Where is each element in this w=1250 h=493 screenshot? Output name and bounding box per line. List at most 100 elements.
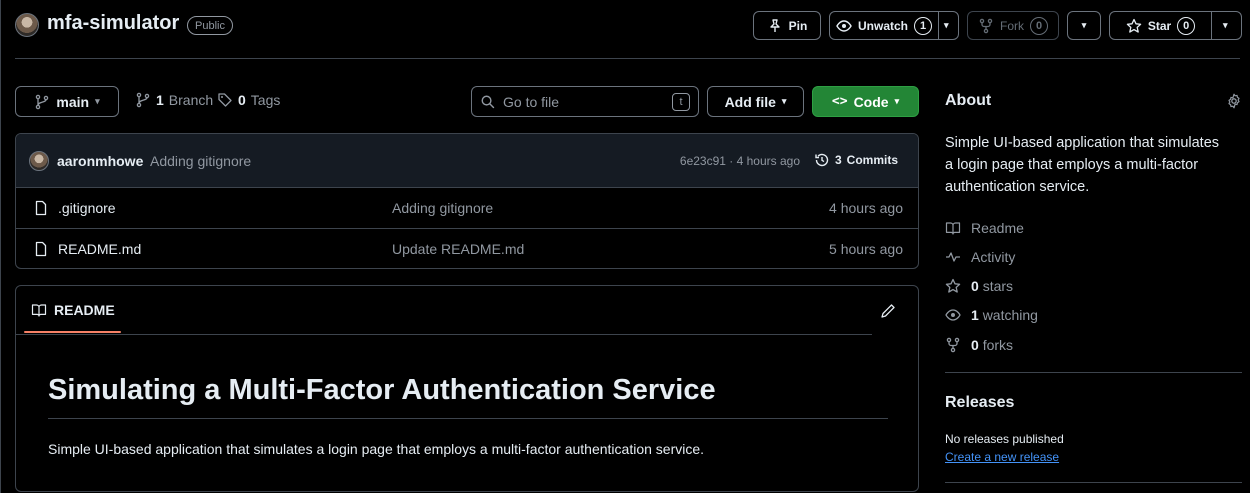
eye-icon: [836, 19, 852, 32]
releases-empty-text: No releases published: [945, 432, 1064, 446]
readme-tab-label: README: [54, 302, 115, 318]
shortcut-key: t: [672, 92, 690, 111]
file-browser: aaronmhowe Adding gitignore 6e23c91 · 4 …: [15, 133, 919, 269]
fork-icon: [979, 18, 993, 33]
branch-selector[interactable]: main ▾: [15, 86, 119, 117]
repo-page: mfa-simulator Public Pin Unwatch 1 ▾ For…: [0, 0, 1250, 493]
book-icon: [31, 304, 47, 317]
sidebar-divider: [945, 372, 1242, 373]
commit-meta[interactable]: 6e23c91 · 4 hours ago: [680, 154, 800, 168]
unwatch-dropdown-chevron-icon[interactable]: ▾: [944, 20, 949, 31]
sidebar-divider-bottom: [945, 482, 1242, 483]
fork-label: Fork: [1000, 18, 1024, 33]
tag-icon: [218, 93, 232, 107]
star-icon: [945, 278, 961, 293]
about-readme-link[interactable]: Readme: [945, 220, 1024, 236]
watch-count: 1: [914, 16, 932, 35]
tag-word: Tags: [250, 92, 281, 108]
code-button[interactable]: <> Code ▾: [812, 86, 919, 117]
tag-count: 0: [238, 92, 246, 108]
go-to-file-input[interactable]: Go to file t: [471, 86, 699, 117]
history-icon: [815, 153, 829, 167]
star-dropdown-chevron-icon[interactable]: ▾: [1223, 20, 1228, 31]
branches-link[interactable]: 1 Branch: [135, 92, 213, 108]
star-icon: [1126, 18, 1142, 33]
readme-body: Simple UI-based application that simulat…: [48, 441, 705, 457]
latest-commit-bar: aaronmhowe Adding gitignore 6e23c91 · 4 …: [16, 134, 918, 187]
code-chevron-down-icon: ▾: [894, 96, 900, 106]
star-button[interactable]: Star 0 ▾: [1109, 11, 1242, 40]
gear-icon[interactable]: [1226, 93, 1242, 109]
eye-icon: [945, 309, 961, 321]
code-label: Code: [853, 93, 889, 110]
readme-link-label: Readme: [971, 220, 1024, 236]
file-commit-message[interactable]: Adding gitignore: [392, 200, 493, 216]
about-stars-link[interactable]: 0 stars: [945, 278, 1013, 294]
readme-panel: README Simulating a Multi-Factor Authent…: [15, 285, 919, 492]
watching-word: watching: [982, 307, 1038, 323]
forks-count: 0: [971, 337, 979, 353]
pin-label: Pin: [788, 18, 808, 33]
search-icon: [481, 95, 495, 109]
author-avatar[interactable]: [29, 151, 49, 171]
commit-author[interactable]: aaronmhowe: [57, 153, 143, 169]
repo-avatar[interactable]: [15, 13, 39, 37]
star-count: 0: [1177, 16, 1196, 35]
branch-icon: [36, 94, 49, 109]
pin-button[interactable]: Pin: [753, 11, 821, 40]
header-divider: [15, 58, 1240, 59]
about-activity-link[interactable]: Activity: [945, 249, 1015, 265]
add-file-label: Add file: [724, 93, 776, 110]
add-file-chevron-down-icon: ▾: [781, 96, 787, 106]
forks-word: forks: [982, 337, 1014, 353]
fork-count: 0: [1030, 16, 1048, 35]
file-time: 4 hours ago: [829, 200, 903, 216]
fork-dropdown-button[interactable]: ▾: [1067, 11, 1101, 40]
branch-word: Branch: [168, 92, 214, 108]
file-icon: [35, 241, 47, 257]
file-icon: [35, 200, 47, 216]
commit-message[interactable]: Adding gitignore: [150, 153, 251, 169]
unwatch-button[interactable]: Unwatch 1 ▾: [829, 11, 959, 40]
file-commit-message[interactable]: Update README.md: [392, 241, 524, 257]
commits-link[interactable]: 3 Commits: [814, 152, 898, 168]
releases-title[interactable]: Releases: [945, 394, 1014, 412]
about-description: Simple UI-based application that simulat…: [945, 135, 1220, 195]
create-release-link[interactable]: Create a new release: [945, 450, 1059, 464]
branch-name: main: [56, 93, 90, 110]
activity-label: Activity: [971, 249, 1016, 265]
tags-link[interactable]: 0 Tags: [217, 92, 280, 108]
repo-name[interactable]: mfa-simulator: [47, 12, 179, 35]
book-icon: [945, 222, 961, 235]
star-label: Star: [1147, 18, 1172, 33]
commits-count: 3: [834, 153, 842, 167]
readme-heading-rule: [48, 418, 888, 419]
unwatch-label: Unwatch: [857, 18, 908, 33]
fork-icon: [946, 337, 960, 353]
stars-count: 0: [971, 278, 979, 294]
about-title: About: [945, 92, 992, 109]
branch-count: 1: [156, 92, 164, 108]
pin-icon: [769, 18, 780, 32]
readme-heading: Simulating a Multi-Factor Authentication…: [48, 374, 716, 406]
readme-tab[interactable]: README: [24, 286, 122, 334]
watching-count: 1: [971, 307, 979, 323]
file-name[interactable]: .gitignore: [58, 200, 116, 216]
branch-chevron-down-icon: ▾: [95, 96, 100, 106]
readme-tab-underline: [24, 331, 121, 333]
add-file-button[interactable]: Add file ▾: [707, 86, 804, 117]
code-brackets-icon: <>: [831, 94, 848, 109]
commits-word: Commits: [846, 153, 898, 167]
file-time: 5 hours ago: [829, 241, 903, 257]
about-forks-link[interactable]: 0 forks: [945, 337, 1013, 353]
stars-word: stars: [982, 278, 1014, 294]
table-row[interactable]: README.md Update README.md 5 hours ago: [16, 228, 918, 268]
file-name[interactable]: README.md: [58, 241, 141, 257]
fork-button[interactable]: Fork 0: [967, 11, 1059, 40]
pencil-icon[interactable]: [880, 303, 896, 319]
branch-count-icon: [136, 92, 150, 108]
pulse-icon: [946, 252, 960, 262]
table-row[interactable]: .gitignore Adding gitignore 4 hours ago: [16, 187, 918, 228]
readme-header-divider: [16, 334, 872, 335]
about-watching-link[interactable]: 1 watching: [945, 307, 1038, 323]
